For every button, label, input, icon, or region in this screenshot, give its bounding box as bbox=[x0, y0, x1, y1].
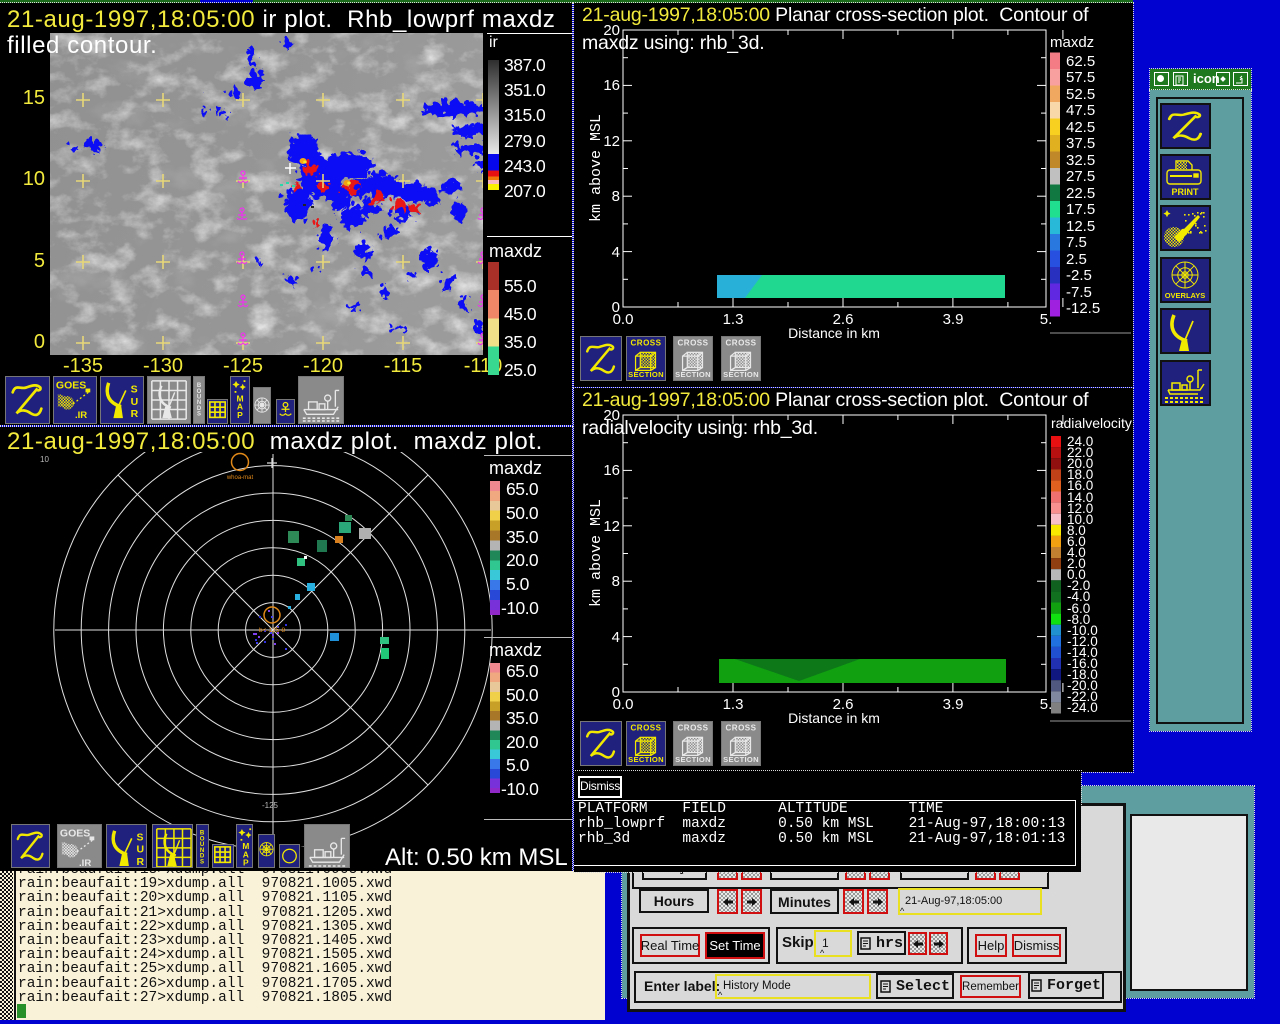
svg-text:CROSS: CROSS bbox=[677, 724, 708, 733]
svg-text:PRINT: PRINT bbox=[1172, 187, 1200, 197]
svg-text:20: 20 bbox=[603, 407, 620, 424]
svg-text:-2.5: -2.5 bbox=[1066, 267, 1092, 284]
svg-text:47.5: 47.5 bbox=[1066, 102, 1095, 119]
svg-text:Distance in km: Distance in km bbox=[788, 710, 880, 726]
svg-text:P: P bbox=[243, 858, 249, 868]
svg-text:12: 12 bbox=[603, 133, 620, 150]
svg-text:-24.0: -24.0 bbox=[1067, 700, 1098, 715]
svg-text:-125: -125 bbox=[262, 801, 279, 810]
svg-text:.IR: .IR bbox=[75, 410, 87, 421]
svg-text:3.9: 3.9 bbox=[943, 696, 964, 713]
svg-text:57.5: 57.5 bbox=[1066, 69, 1095, 86]
svg-text:CROSS: CROSS bbox=[725, 339, 756, 348]
svg-text:CROSS: CROSS bbox=[630, 724, 661, 733]
svg-text:CROSS: CROSS bbox=[725, 724, 756, 733]
svg-text:12.5: 12.5 bbox=[1066, 218, 1095, 235]
svg-text:km above MSL: km above MSL bbox=[588, 499, 605, 607]
svg-text:S: S bbox=[200, 858, 204, 865]
svg-text:4: 4 bbox=[612, 629, 620, 646]
svg-text:32.5: 32.5 bbox=[1066, 152, 1095, 169]
svg-text:2.5: 2.5 bbox=[1066, 251, 1087, 268]
svg-text:R: R bbox=[136, 857, 144, 868]
svg-text:SECTION: SECTION bbox=[723, 755, 759, 764]
svg-text:16: 16 bbox=[603, 462, 620, 479]
svg-text:27.5: 27.5 bbox=[1066, 168, 1095, 185]
svg-text:20: 20 bbox=[603, 22, 620, 39]
svg-text:0.0: 0.0 bbox=[613, 696, 634, 713]
svg-text:SECTION: SECTION bbox=[723, 370, 759, 379]
svg-text:62.5: 62.5 bbox=[1066, 53, 1095, 70]
svg-text:10: 10 bbox=[40, 455, 49, 464]
svg-text:42.5: 42.5 bbox=[1066, 119, 1095, 136]
svg-text:S: S bbox=[197, 411, 201, 417]
svg-text:SECTION: SECTION bbox=[628, 755, 664, 764]
svg-text:SECTION: SECTION bbox=[675, 755, 711, 764]
svg-text:3.9: 3.9 bbox=[943, 311, 964, 328]
svg-text:radialvelocity: radialvelocity bbox=[1051, 415, 1132, 431]
svg-text:SECTION: SECTION bbox=[628, 370, 664, 379]
svg-text:b<-125-8: b<-125-8 bbox=[259, 627, 286, 634]
svg-text:7.5: 7.5 bbox=[1066, 234, 1087, 251]
svg-text:17.5: 17.5 bbox=[1066, 201, 1095, 218]
svg-text:km above MSL: km above MSL bbox=[588, 114, 605, 222]
svg-text:CROSS: CROSS bbox=[630, 339, 661, 348]
svg-text:SECTION: SECTION bbox=[675, 370, 711, 379]
svg-text:P: P bbox=[237, 410, 243, 420]
svg-text:S: S bbox=[131, 383, 138, 395]
svg-text:12: 12 bbox=[603, 518, 620, 535]
svg-text:U: U bbox=[136, 845, 144, 856]
svg-text:CROSS: CROSS bbox=[677, 339, 708, 348]
svg-text:U: U bbox=[131, 396, 139, 408]
svg-text:S: S bbox=[136, 832, 143, 843]
svg-text:R: R bbox=[131, 408, 139, 420]
svg-text:0.0: 0.0 bbox=[613, 311, 634, 328]
svg-text:GOES: GOES bbox=[60, 827, 90, 839]
svg-text:OVERLAYS: OVERLAYS bbox=[1165, 291, 1206, 300]
svg-text:52.5: 52.5 bbox=[1066, 86, 1095, 103]
svg-text:22.5: 22.5 bbox=[1066, 185, 1095, 202]
svg-text:16: 16 bbox=[603, 77, 620, 94]
svg-text:.IR: .IR bbox=[79, 858, 91, 868]
svg-text:8: 8 bbox=[612, 188, 620, 205]
svg-text:GOES: GOES bbox=[56, 380, 86, 392]
svg-text:-7.5: -7.5 bbox=[1066, 284, 1092, 301]
svg-text:1.3: 1.3 bbox=[723, 696, 744, 713]
svg-text:4: 4 bbox=[612, 244, 620, 261]
svg-text:5.: 5. bbox=[1040, 696, 1053, 713]
svg-text:37.5: 37.5 bbox=[1066, 135, 1095, 152]
svg-text:-12.5: -12.5 bbox=[1066, 300, 1100, 317]
svg-text:1.3: 1.3 bbox=[723, 311, 744, 328]
svg-text:maxdz: maxdz bbox=[1050, 34, 1094, 51]
svg-text:8: 8 bbox=[612, 573, 620, 590]
svg-text:whoa-mat: whoa-mat bbox=[226, 475, 254, 481]
svg-text:Distance in km: Distance in km bbox=[788, 325, 880, 341]
